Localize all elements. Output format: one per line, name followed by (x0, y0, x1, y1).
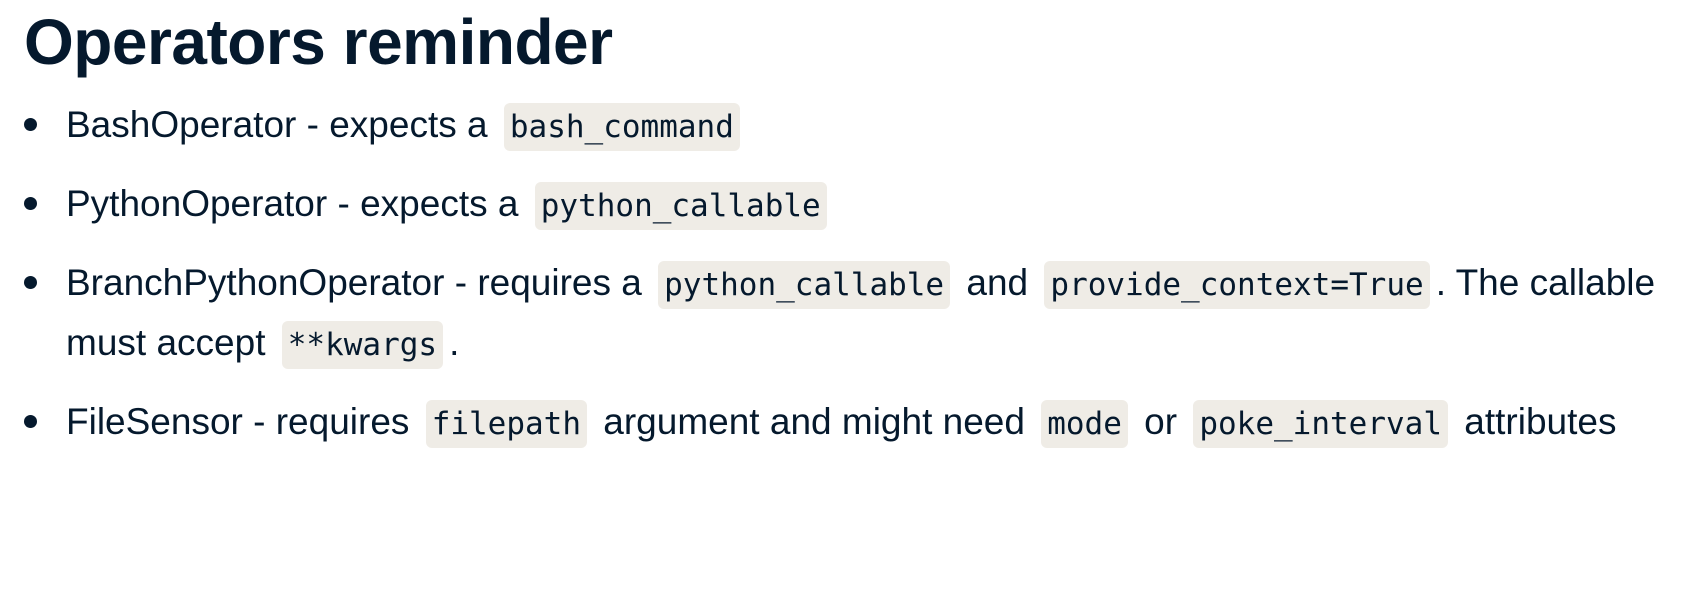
bullet-icon (24, 415, 37, 428)
item-text: BranchPythonOperator - requires a (66, 262, 642, 303)
list-item-branch-python-operator: BranchPythonOperator - requires a python… (24, 254, 1656, 374)
operator-list: BashOperator - expects a bash_command Py… (24, 96, 1664, 453)
bullet-icon (24, 197, 37, 210)
list-item-python-operator: PythonOperator - expects a python_callab… (24, 175, 1656, 235)
inline-code: poke_interval (1193, 400, 1448, 448)
item-text: PythonOperator - expects a (66, 183, 519, 224)
inline-code: filepath (425, 400, 587, 448)
list-item-bash-operator: BashOperator - expects a bash_command (24, 96, 1656, 156)
item-text: BashOperator - expects a (66, 104, 488, 145)
list-item-file-sensor: FileSensor - requires filepath argument … (24, 393, 1656, 453)
item-text: FileSensor - requires (66, 401, 410, 442)
page-title: Operators reminder (24, 6, 613, 78)
item-text: and (966, 262, 1029, 303)
inline-code: python_callable (658, 261, 951, 309)
inline-code: bash_command (503, 103, 740, 151)
inline-code: python_callable (534, 182, 827, 230)
inline-code: **kwargs (281, 321, 444, 369)
inline-code: provide_context=True (1044, 261, 1430, 309)
inline-code: mode (1041, 400, 1128, 448)
bullet-icon (24, 118, 37, 131)
bullet-icon (24, 276, 37, 289)
item-text: or (1144, 401, 1178, 442)
item-text: . (449, 322, 460, 363)
slide: Operators reminder BashOperator - expect… (24, 0, 1664, 472)
item-text: argument and might need (603, 401, 1025, 442)
item-text: attributes (1464, 401, 1617, 442)
